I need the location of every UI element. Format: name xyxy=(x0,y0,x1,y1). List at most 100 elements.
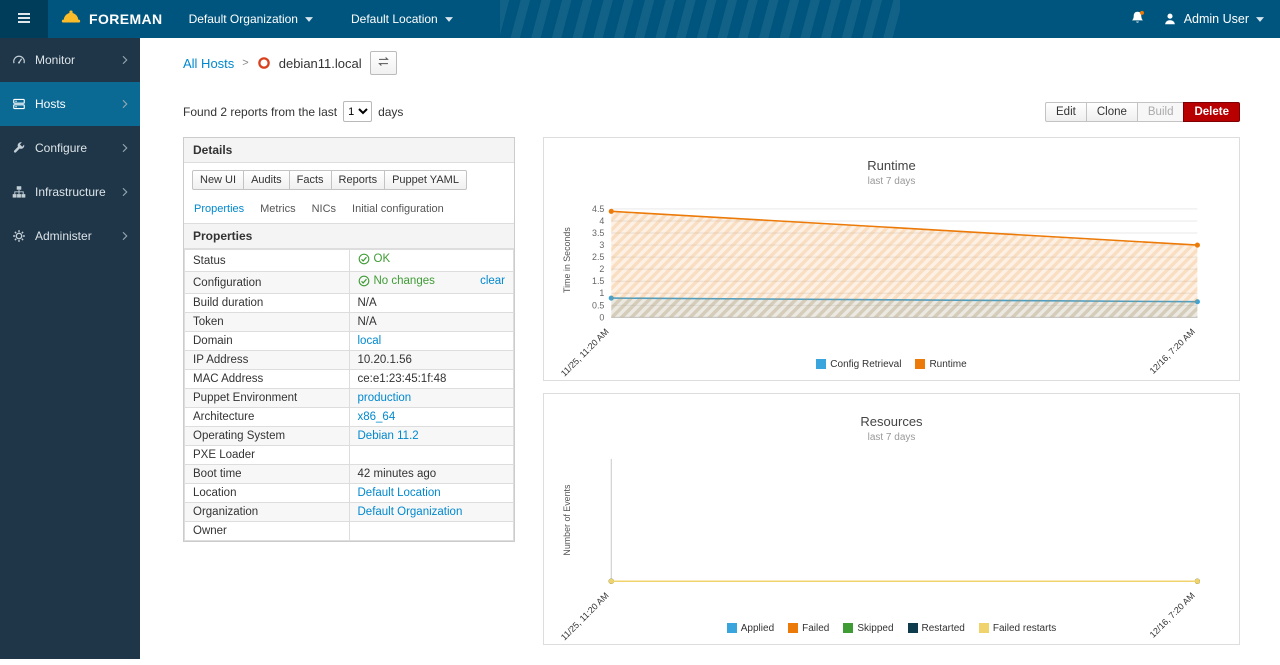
chart-subtitle: last 7 days xyxy=(556,176,1227,187)
property-value-link[interactable]: production xyxy=(358,392,412,404)
tab-initial-configuration[interactable]: Initial configuration xyxy=(352,203,444,215)
content-grid: Details New UIAuditsFactsReportsPuppet Y… xyxy=(183,137,1240,645)
clear-link[interactable]: clear xyxy=(480,275,505,287)
legend-item-runtime[interactable]: Runtime xyxy=(915,359,966,370)
property-value-link[interactable]: Default Organization xyxy=(358,506,463,518)
legend-item-config-retrieval[interactable]: Config Retrieval xyxy=(816,359,901,370)
property-label: Location xyxy=(185,484,350,503)
property-label: Domain xyxy=(185,332,350,351)
sidebar: Monitor Hosts Configure Infrastructure A… xyxy=(0,38,140,659)
caret-down-icon xyxy=(445,17,453,22)
resources-chart: 11/25, 11:20 AM12/16, 7:20 AMNumber of E… xyxy=(556,451,1227,621)
legend-item-failed[interactable]: Failed xyxy=(788,623,829,634)
property-row: Token N/A xyxy=(185,313,514,332)
legend-item-skipped[interactable]: Skipped xyxy=(843,623,893,634)
legend-label: Runtime xyxy=(929,359,966,370)
property-value-link[interactable]: Default Location xyxy=(358,487,441,499)
svg-text:11/25, 11:20 AM: 11/25, 11:20 AM xyxy=(559,590,611,642)
details-button-audits[interactable]: Audits xyxy=(243,170,290,190)
breadcrumb-current: debian11.local xyxy=(279,56,362,71)
server-icon xyxy=(12,97,26,111)
bell-icon xyxy=(1130,10,1145,28)
legend-label: Failed xyxy=(802,623,829,634)
svg-text:1: 1 xyxy=(599,288,604,298)
masthead-right: Admin User xyxy=(1130,10,1280,28)
edit-button[interactable]: Edit xyxy=(1045,102,1087,122)
notifications-button[interactable] xyxy=(1130,10,1145,28)
tab-nics[interactable]: NICs xyxy=(312,203,336,215)
clone-button[interactable]: Clone xyxy=(1086,102,1138,122)
days-select[interactable]: 1 xyxy=(343,101,372,122)
charts-column: Runtime last 7 days 00.511.522.533.544.5… xyxy=(543,137,1240,645)
property-row: MAC Address ce:e1:23:45:1f:48 xyxy=(185,370,514,389)
details-button-facts[interactable]: Facts xyxy=(289,170,332,190)
gauge-icon xyxy=(12,53,26,67)
property-row: Owner xyxy=(185,522,514,541)
host-status-icon xyxy=(257,56,271,70)
sidebar-item-hosts[interactable]: Hosts xyxy=(0,82,140,126)
legend-swatch xyxy=(843,623,853,633)
property-row: IP Address 10.20.1.56 xyxy=(185,351,514,370)
report-bar: Found 2 reports from the last 1 days Edi… xyxy=(183,101,1240,122)
chevron-right-icon xyxy=(122,99,128,109)
user-menu-label: Admin User xyxy=(1184,12,1249,26)
breadcrumb-separator: > xyxy=(242,57,248,69)
property-label: Configuration xyxy=(185,272,350,294)
tab-metrics[interactable]: Metrics xyxy=(260,203,295,215)
organization-selector-label: Default Organization xyxy=(189,12,298,26)
legend-swatch xyxy=(788,623,798,633)
build-button[interactable]: Build xyxy=(1137,102,1185,122)
sidebar-item-administer[interactable]: Administer xyxy=(0,214,140,258)
property-value-link[interactable]: x86_64 xyxy=(358,411,396,423)
main-content: All Hosts > debian11.local Found 2 repor… xyxy=(140,0,1280,665)
chevron-right-icon xyxy=(122,55,128,65)
sidebar-item-label: Configure xyxy=(35,141,87,155)
user-icon xyxy=(1163,12,1177,26)
property-value-link[interactable]: Debian 11.2 xyxy=(358,430,419,442)
ok-status-value: OK xyxy=(358,253,391,265)
legend-item-restarted[interactable]: Restarted xyxy=(908,623,965,634)
sidebar-item-monitor[interactable]: Monitor xyxy=(0,38,140,82)
details-button-new-ui[interactable]: New UI xyxy=(192,170,244,190)
legend-swatch xyxy=(816,359,826,369)
hamburger-menu-button[interactable] xyxy=(0,0,48,38)
legend-swatch xyxy=(727,623,737,633)
property-label: Build duration xyxy=(185,294,350,313)
runtime-chart-card: Runtime last 7 days 00.511.522.533.544.5… xyxy=(543,137,1240,381)
breadcrumb-all-hosts-link[interactable]: All Hosts xyxy=(183,56,234,71)
masthead: FOREMAN Default Organization Default Loc… xyxy=(0,0,1280,38)
location-selector[interactable]: Default Location xyxy=(339,0,465,38)
details-buttons: New UIAuditsFactsReportsPuppet YAML xyxy=(184,163,514,197)
property-row: Operating System Debian 11.2 xyxy=(185,427,514,446)
svg-text:Time in Seconds: Time in Seconds xyxy=(562,227,572,293)
svg-text:1.5: 1.5 xyxy=(592,276,604,286)
ui-switcher-button[interactable] xyxy=(370,51,397,75)
details-tabs: Properties Metrics NICs Initial configurati… xyxy=(184,197,514,223)
chart-title: Runtime xyxy=(556,158,1227,173)
svg-text:0: 0 xyxy=(599,312,604,322)
delete-button[interactable]: Delete xyxy=(1183,102,1240,122)
foreman-brand[interactable]: FOREMAN xyxy=(60,8,163,30)
property-row: Boot time 42 minutes ago xyxy=(185,465,514,484)
details-button-reports[interactable]: Reports xyxy=(331,170,386,190)
legend-item-applied[interactable]: Applied xyxy=(727,623,774,634)
details-button-puppet-yaml[interactable]: Puppet YAML xyxy=(384,170,467,190)
tab-properties[interactable]: Properties xyxy=(194,203,244,215)
property-label: Owner xyxy=(185,522,350,541)
property-label: Boot time xyxy=(185,465,350,484)
sidebar-item-configure[interactable]: Configure xyxy=(0,126,140,170)
organization-selector[interactable]: Default Organization xyxy=(177,0,325,38)
chevron-right-icon xyxy=(122,231,128,241)
property-value: 42 minutes ago xyxy=(358,468,437,480)
property-row: PXE Loader xyxy=(185,446,514,465)
sidebar-item-infrastructure[interactable]: Infrastructure xyxy=(0,170,140,214)
chart-subtitle: last 7 days xyxy=(556,432,1227,443)
caret-down-icon xyxy=(1256,17,1264,22)
switcher-icon xyxy=(377,55,390,71)
svg-text:3.5: 3.5 xyxy=(592,228,604,238)
check-circle-icon xyxy=(358,253,370,265)
property-value-link[interactable]: local xyxy=(358,335,382,347)
legend-item-failed-restarts[interactable]: Failed restarts xyxy=(979,623,1056,634)
caret-down-icon xyxy=(305,17,313,22)
user-menu[interactable]: Admin User xyxy=(1163,12,1264,26)
